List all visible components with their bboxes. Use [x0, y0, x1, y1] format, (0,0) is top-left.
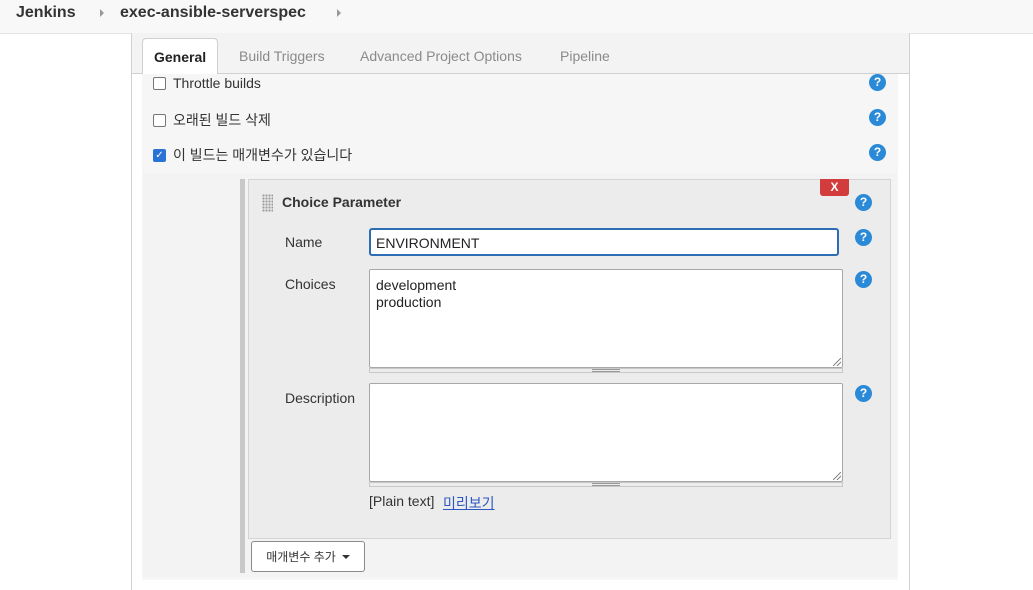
choices-textarea[interactable]: development production	[369, 269, 843, 368]
delete-parameter-button[interactable]: X	[820, 179, 849, 196]
parameterized-option[interactable]: ✓ 이 빌드는 매개변수가 있습니다	[153, 145, 352, 165]
drag-handle-icon[interactable]	[262, 194, 273, 212]
choices-label: Choices	[285, 276, 336, 292]
add-parameter-button[interactable]: 매개변수 추가	[251, 541, 365, 572]
nested-indent-bar	[240, 179, 245, 573]
throttle-builds-label: Throttle builds	[173, 75, 261, 91]
caret-down-icon	[341, 554, 350, 559]
tab-pipeline[interactable]: Pipeline	[560, 48, 610, 64]
help-icon[interactable]: ?	[855, 271, 872, 288]
tab-general[interactable]: General	[142, 38, 219, 75]
breadcrumb-job[interactable]: exec-ansible-serverspec	[120, 4, 306, 22]
help-icon[interactable]: ?	[855, 385, 872, 402]
name-label: Name	[285, 234, 323, 250]
chevron-right-icon	[100, 9, 104, 17]
config-tabs: General Build Triggers Advanced Project …	[132, 33, 909, 75]
help-icon[interactable]: ?	[869, 144, 886, 161]
parameterized-label: 이 빌드는 매개변수가 있습니다	[173, 147, 353, 163]
resize-handle-icon[interactable]	[833, 472, 841, 480]
name-input[interactable]: ENVIRONMENT	[369, 228, 839, 256]
help-icon[interactable]: ?	[855, 229, 872, 246]
throttle-builds-option[interactable]: Throttle builds	[153, 75, 261, 91]
help-icon[interactable]: ?	[855, 194, 872, 211]
discard-old-builds-label: 오래된 빌드 삭제	[173, 112, 271, 128]
breadcrumb-jenkins[interactable]: Jenkins	[16, 4, 76, 22]
description-textarea[interactable]	[369, 383, 843, 482]
grow-grip-icon[interactable]	[592, 483, 620, 486]
check-icon: ✓	[155, 149, 164, 161]
format-note: [Plain text]	[369, 493, 435, 509]
help-icon[interactable]: ?	[869, 74, 886, 91]
breadcrumb-bar: Jenkins exec-ansible-serverspec	[0, 0, 1033, 34]
preview-link[interactable]: 미리보기	[443, 493, 495, 513]
tab-build-triggers[interactable]: Build Triggers	[239, 48, 325, 64]
tab-advanced-project-options[interactable]: Advanced Project Options	[360, 48, 522, 64]
discard-old-builds-option[interactable]: 오래된 빌드 삭제	[153, 110, 271, 130]
grow-grip-icon[interactable]	[592, 369, 620, 372]
throttle-builds-checkbox[interactable]	[153, 76, 166, 90]
description-label: Description	[285, 390, 356, 406]
parameter-title: Choice Parameter	[282, 194, 402, 210]
chevron-right-icon[interactable]	[337, 9, 341, 17]
parameterized-checkbox[interactable]: ✓	[153, 148, 166, 162]
add-parameter-label: 매개변수 추가	[266, 550, 336, 564]
help-icon[interactable]: ?	[869, 109, 886, 126]
resize-handle-icon[interactable]	[833, 358, 841, 366]
discard-old-builds-checkbox[interactable]	[153, 113, 166, 127]
